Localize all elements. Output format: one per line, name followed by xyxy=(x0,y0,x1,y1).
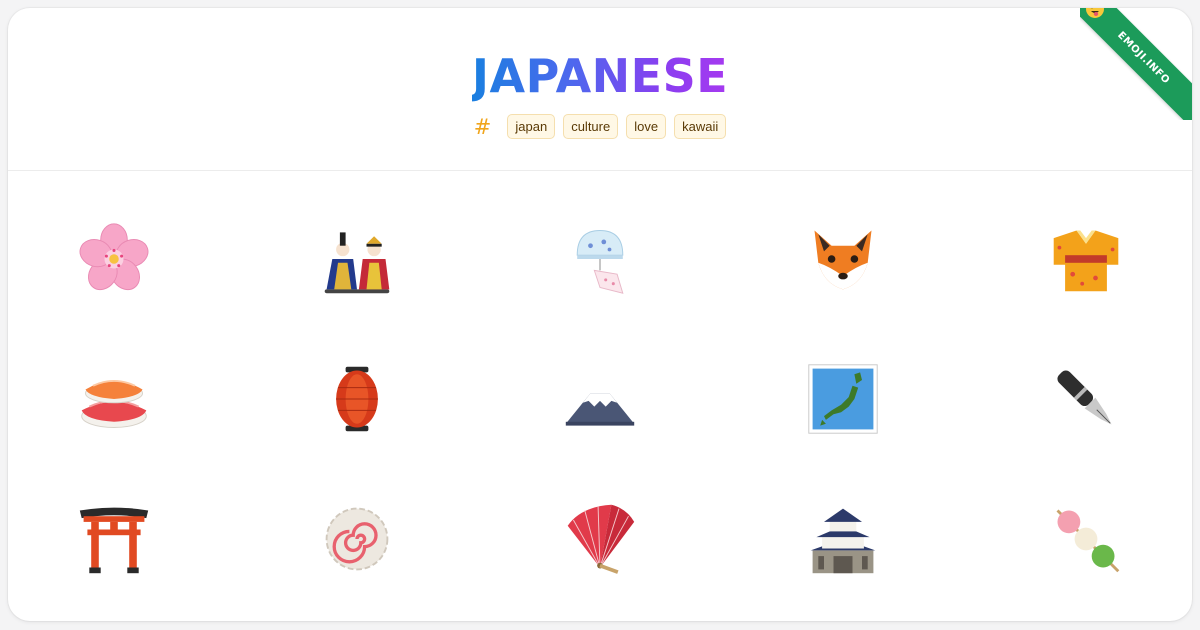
emoji-info-ribbon[interactable]: EMOJI.INFO xyxy=(1080,8,1192,120)
tag-love[interactable]: love xyxy=(626,114,667,139)
cherry-blossom-icon[interactable] xyxy=(74,219,154,299)
japanese-castle-icon[interactable] xyxy=(803,499,883,579)
kimono-icon[interactable] xyxy=(1046,219,1126,299)
dango-icon[interactable] xyxy=(1046,499,1126,579)
ribbon-banner[interactable]: EMOJI.INFO xyxy=(1080,8,1192,120)
fox-icon[interactable] xyxy=(803,219,883,299)
sushi-icon[interactable] xyxy=(74,359,154,439)
tag-list: # japan culture love kawaii xyxy=(8,114,1192,139)
hashtag-icon: # xyxy=(473,114,492,139)
red-paper-lantern-icon[interactable] xyxy=(317,359,397,439)
ribbon-label: EMOJI.INFO xyxy=(1115,29,1173,87)
tag-japan[interactable]: japan xyxy=(507,114,556,139)
emoji-collection-card: JAPANESE # japan culture love kawaii EMO… xyxy=(8,8,1192,621)
fish-cake-icon[interactable] xyxy=(317,499,397,579)
mount-fuji-icon[interactable] xyxy=(560,359,640,439)
wind-chime-icon[interactable] xyxy=(560,219,640,299)
shinto-shrine-icon[interactable] xyxy=(74,499,154,579)
tag-kawaii[interactable]: kawaii xyxy=(674,114,727,139)
emoji-grid xyxy=(8,171,1192,621)
map-of-japan-icon[interactable] xyxy=(803,359,883,439)
folding-hand-fan-icon[interactable] xyxy=(560,499,640,579)
japanese-dolls-icon[interactable] xyxy=(317,219,397,299)
tag-culture[interactable]: culture xyxy=(563,114,619,139)
card-header: JAPANESE # japan culture love kawaii xyxy=(8,8,1192,171)
page-title: JAPANESE xyxy=(471,49,729,103)
winking-tongue-face-icon xyxy=(1085,8,1104,18)
fountain-pen-icon[interactable] xyxy=(1046,359,1126,439)
